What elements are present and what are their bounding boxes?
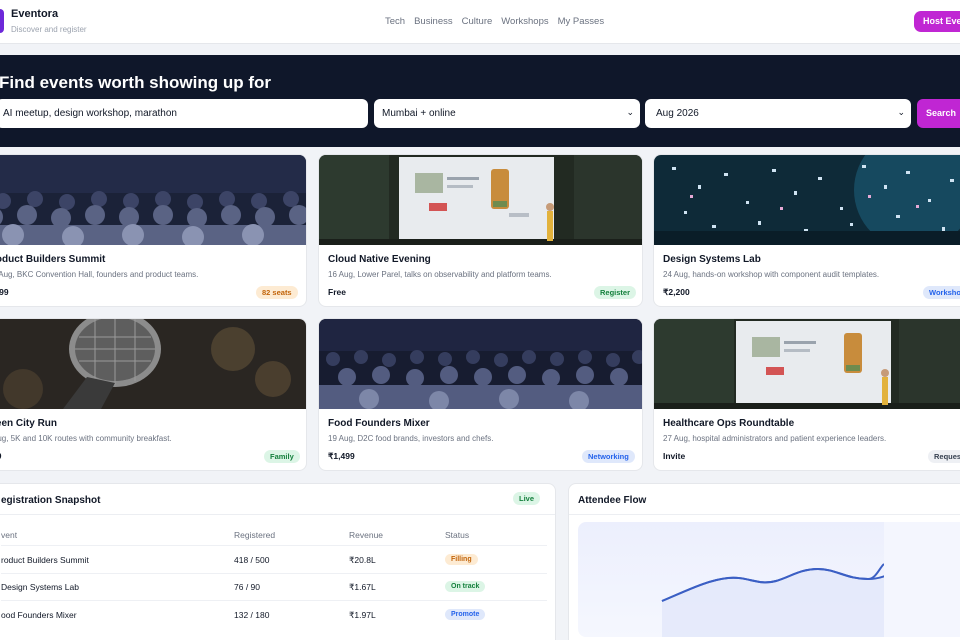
event-card[interactable]: Food Founders Mixer 19 Aug, D2C food bra…	[318, 318, 643, 471]
event-title[interactable]: Cloud Native Evening	[328, 254, 431, 265]
date-select-value: Aug 2026	[656, 108, 699, 119]
panel-title: egistration Snapshot	[1, 495, 101, 506]
event-search-input[interactable]: AI meetup, design workshop, marathon	[0, 99, 368, 128]
live-badge: Live	[513, 492, 541, 505]
event-badge: 82 seats	[256, 286, 298, 299]
brand-tagline: Discover and register	[11, 25, 87, 34]
column-header-status[interactable]: Status	[445, 530, 469, 540]
event-price: 99	[0, 451, 1, 461]
event-description: 16 Aug, Lower Parel, talks on observabil…	[328, 270, 552, 279]
event-image-microphone	[0, 319, 306, 409]
divider	[569, 514, 960, 515]
column-header-revenue[interactable]: Revenue	[349, 530, 383, 540]
divider	[1, 573, 547, 574]
hero-search-section: Find events worth showing up for AI meet…	[0, 55, 960, 147]
event-badge: Family	[264, 450, 300, 463]
row-revenue: ₹1.67L	[349, 582, 376, 592]
column-header-registered[interactable]: Registered	[234, 530, 275, 540]
event-price: Free	[328, 287, 346, 297]
status-badge: Filling	[445, 554, 478, 565]
brand[interactable]: Eventora Discover and register	[11, 8, 87, 34]
event-badge: Register	[594, 286, 637, 299]
brand-logo-icon[interactable]	[0, 9, 4, 33]
search-button[interactable]: Search	[917, 99, 960, 128]
event-card[interactable]: reen City Run Aug, 5K and 10K routes wit…	[0, 318, 307, 471]
date-select[interactable]: Aug 2026 ⌄	[645, 99, 911, 128]
nav-item-tech[interactable]: Tech	[385, 16, 405, 27]
event-badge: Worksho	[923, 286, 960, 299]
event-title[interactable]: Design Systems Lab	[663, 254, 761, 265]
hero-title: Find events worth showing up for	[0, 73, 271, 92]
event-image-confetti	[654, 155, 960, 245]
event-card[interactable]: Cloud Native Evening 16 Aug, Lower Parel…	[318, 154, 643, 307]
event-image-audience	[0, 155, 306, 245]
nav-item-business[interactable]: Business	[414, 16, 453, 27]
event-description: 2 Aug, BKC Convention Hall, founders and…	[0, 270, 199, 279]
event-card[interactable]: Design Systems Lab 24 Aug, hands-on work…	[653, 154, 960, 307]
event-description: 27 Aug, hospital administrators and pati…	[663, 434, 887, 443]
nav-item-workshops[interactable]: Workshops	[501, 16, 548, 27]
event-title[interactable]: reen City Run	[0, 418, 57, 429]
divider	[1, 600, 547, 601]
event-image-stage	[319, 155, 642, 245]
panel-title: Attendee Flow	[578, 495, 647, 506]
event-price: ₹1,499	[328, 451, 355, 461]
event-description: 24 Aug, hands-on workshop with component…	[663, 270, 880, 279]
event-card[interactable]: Healthcare Ops Roundtable 27 Aug, hospit…	[653, 318, 960, 471]
row-event: roduct Builders Summit	[1, 555, 89, 565]
divider	[0, 514, 555, 515]
status-badge: On track	[445, 581, 486, 592]
attendee-flow-chart	[578, 522, 960, 637]
event-image-audience	[319, 319, 642, 409]
event-description: 19 Aug, D2C food brands, investors and c…	[328, 434, 494, 443]
registration-snapshot-panel: egistration Snapshot Live vent Registere…	[0, 483, 556, 640]
top-navigation-bar: Eventora Discover and register Tech Busi…	[0, 0, 960, 44]
location-select[interactable]: Mumbai + online ⌄	[374, 99, 640, 128]
nav-item-culture[interactable]: Culture	[462, 16, 493, 27]
divider	[1, 545, 547, 546]
row-registered: 418 / 500	[234, 555, 270, 565]
event-badge: Networking	[582, 450, 635, 463]
column-header-event[interactable]: vent	[1, 530, 17, 540]
brand-name: Eventora	[11, 8, 59, 20]
event-price: Invite	[663, 451, 686, 461]
event-description: Aug, 5K and 10K routes with community br…	[0, 434, 172, 443]
event-badge: Reques	[928, 450, 960, 463]
event-price: ,999	[0, 287, 9, 297]
row-revenue: ₹1.97L	[349, 610, 376, 620]
event-title[interactable]: roduct Builders Summit	[0, 254, 105, 265]
event-title[interactable]: Food Founders Mixer	[328, 418, 430, 429]
host-event-button[interactable]: Host Eve	[914, 11, 960, 32]
row-event: ood Founders Mixer	[1, 610, 77, 620]
main-nav: Tech Business Culture Workshops My Passe…	[385, 16, 604, 27]
row-revenue: ₹20.8L	[349, 555, 376, 565]
row-event: Design Systems Lab	[1, 582, 79, 592]
location-select-value: Mumbai + online	[382, 108, 456, 119]
row-registered: 76 / 90	[234, 582, 260, 592]
event-title[interactable]: Healthcare Ops Roundtable	[663, 418, 794, 429]
event-card[interactable]: roduct Builders Summit 2 Aug, BKC Conven…	[0, 154, 307, 307]
nav-item-my-passes[interactable]: My Passes	[558, 16, 604, 27]
event-price: ₹2,200	[663, 287, 690, 297]
row-registered: 132 / 180	[234, 610, 270, 620]
attendee-flow-panel: Attendee Flow	[568, 483, 960, 640]
chevron-down-icon: ⌄	[897, 107, 905, 117]
chevron-down-icon: ⌄	[626, 107, 634, 117]
event-image-stage	[654, 319, 960, 409]
status-badge: Promote	[445, 609, 486, 620]
